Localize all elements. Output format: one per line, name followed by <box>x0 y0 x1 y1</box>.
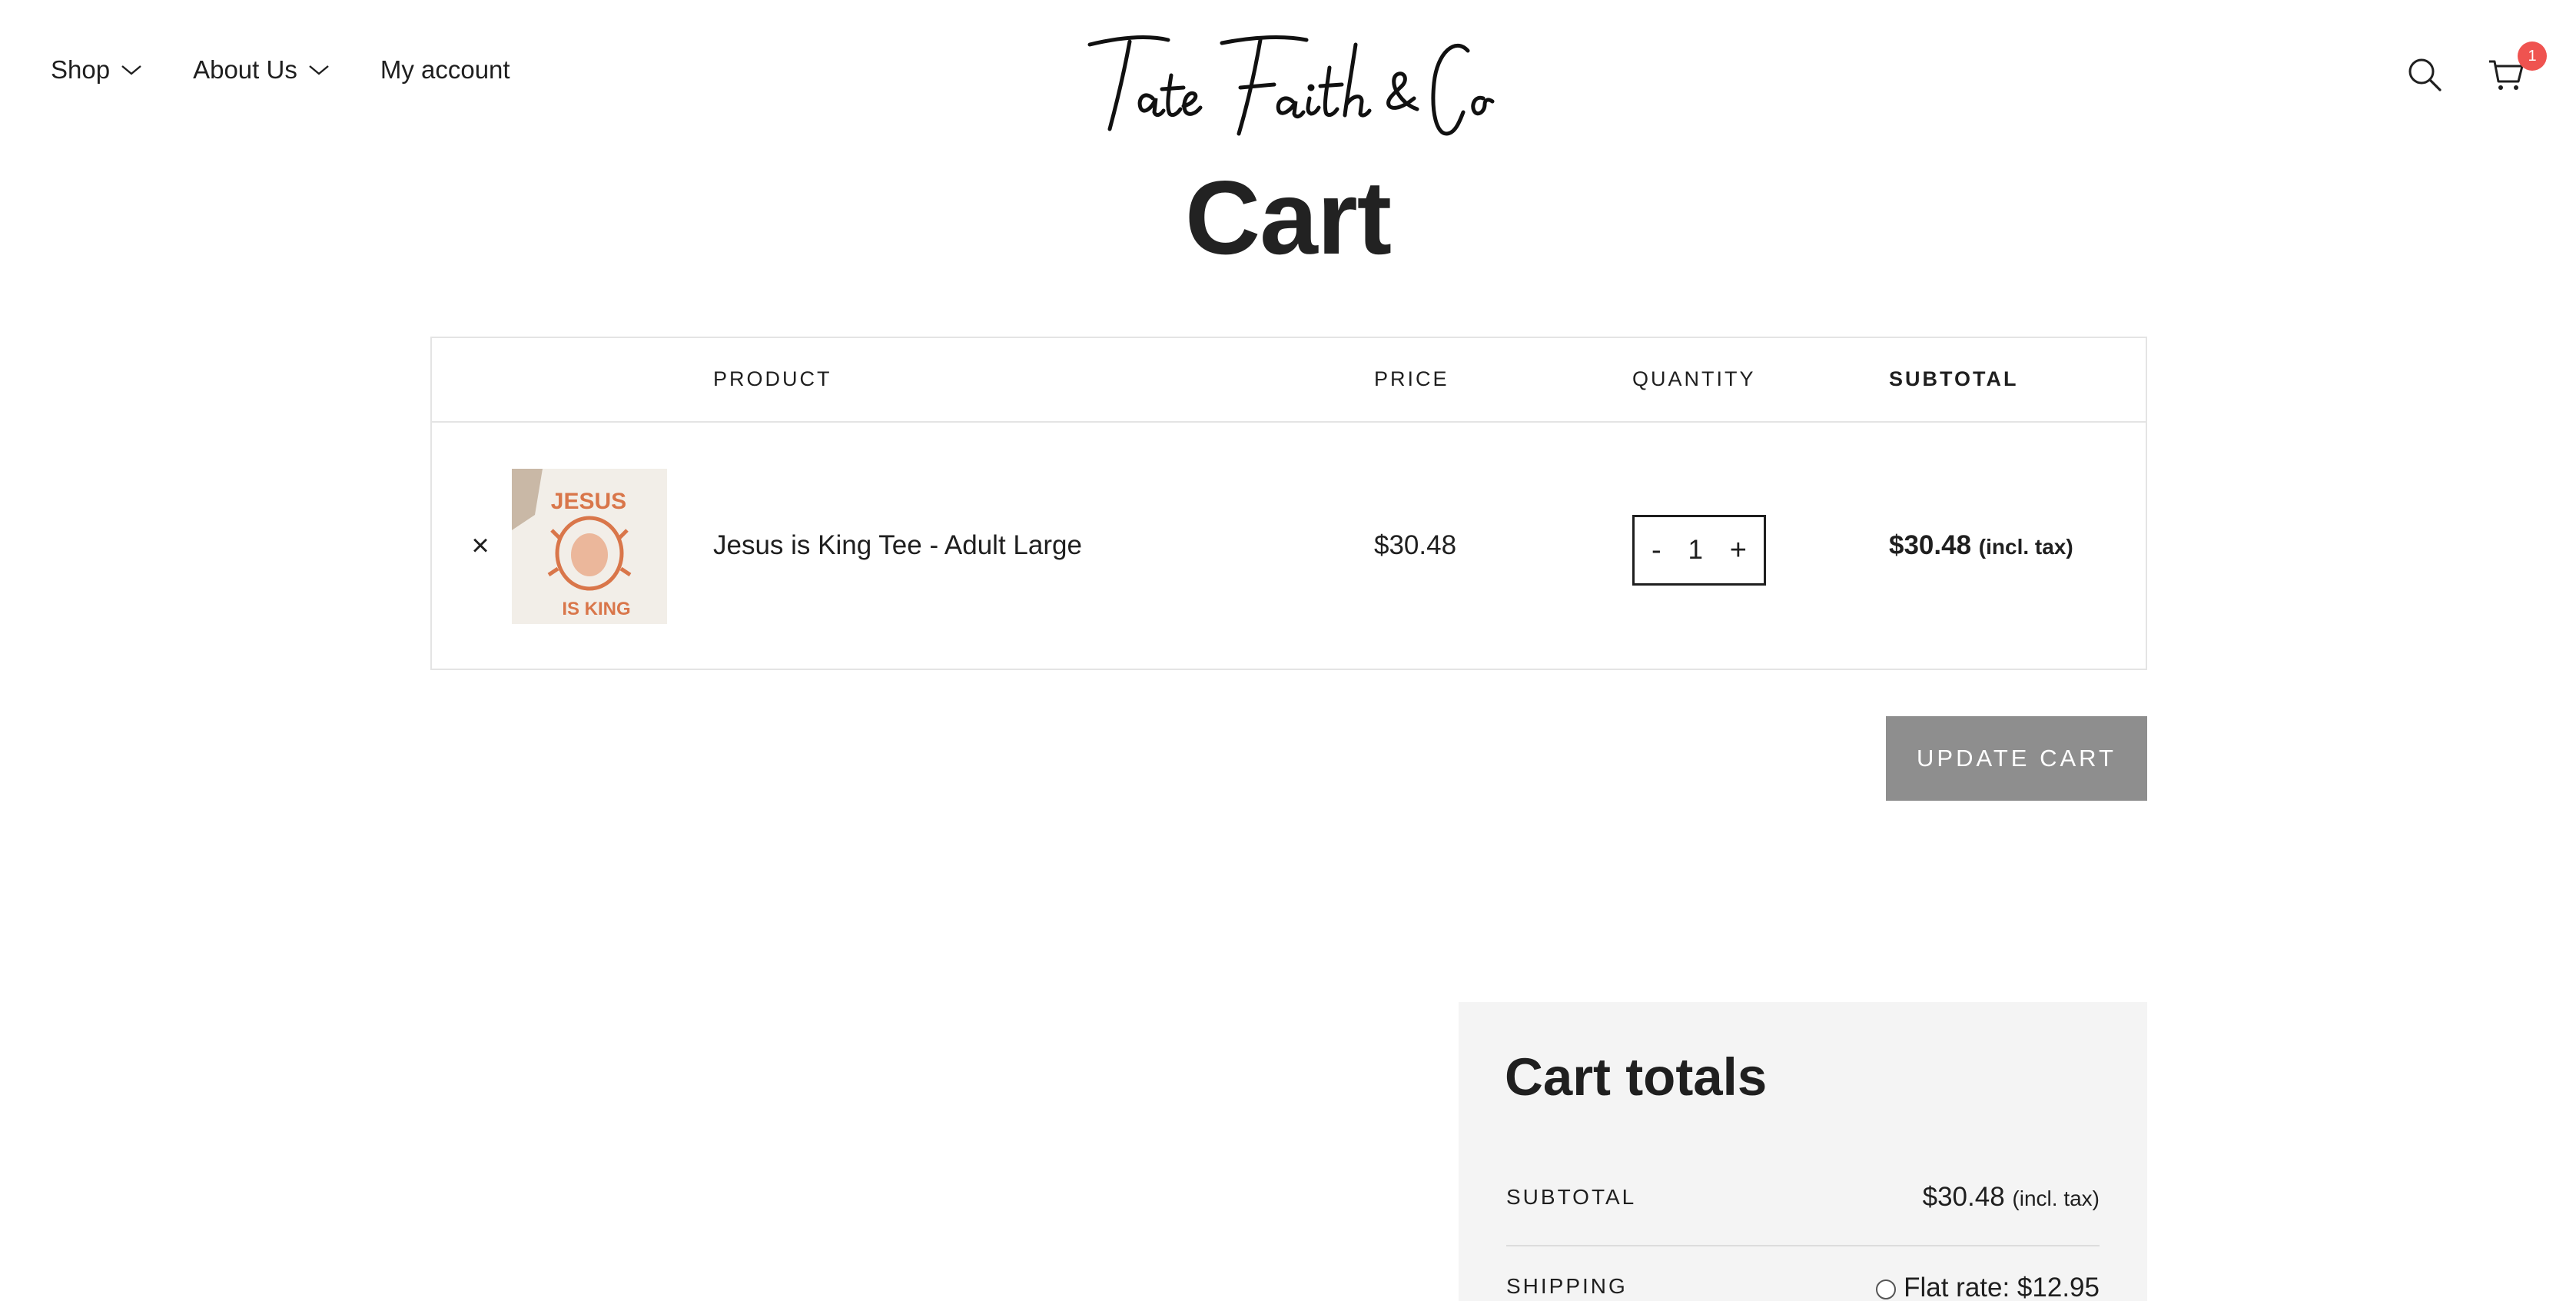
chevron-down-icon <box>309 65 329 75</box>
update-cart-button[interactable]: UPDATE CART <box>1886 716 2147 801</box>
column-header-price: PRICE <box>1374 367 1449 390</box>
chevron-down-icon <box>121 65 141 75</box>
product-name-link[interactable]: Jesus is King Tee - Adult Large <box>713 530 1082 561</box>
cart-totals-title: Cart totals <box>1505 1047 1768 1107</box>
cart-icon[interactable]: 1 <box>2487 41 2547 94</box>
shipping-option[interactable]: Flat rate: $12.95 <box>1876 1273 2100 1301</box>
column-header-quantity: QUANTITY <box>1632 367 1756 390</box>
item-subtotal: $30.48 (incl. tax) <box>1889 530 2073 561</box>
product-price: $30.48 <box>1374 530 1457 560</box>
nav-item-label: My account <box>380 55 510 84</box>
quantity-decrease-button[interactable]: - <box>1651 534 1661 567</box>
search-icon[interactable] <box>2405 55 2444 94</box>
svg-text:IS KING: IS KING <box>562 599 630 619</box>
quantity-input[interactable]: 1 <box>1688 535 1702 566</box>
nav-item-about-us[interactable]: About Us <box>193 55 330 85</box>
nav-item-label: Shop <box>51 55 111 84</box>
nav-item-my-account[interactable]: My account <box>380 55 510 85</box>
column-header-subtotal: SUBTOTAL <box>1889 367 2019 390</box>
totals-subtotal-value: $30.48 (incl. tax) <box>1923 1182 2100 1213</box>
totals-shipping-label: SHIPPING <box>1506 1274 1628 1298</box>
divider <box>1506 1245 2100 1246</box>
svg-text:JESUS: JESUS <box>551 489 626 514</box>
site-logo[interactable] <box>1076 22 1506 137</box>
cart-table: PRODUCT PRICE QUANTITY SUBTOTAL × JESUS … <box>430 337 2147 670</box>
cart-totals-panel: Cart totals SUBTOTAL $30.48 (incl. tax) … <box>1459 1002 2147 1301</box>
totals-subtotal-tax-note: (incl. tax) <box>2012 1186 2100 1210</box>
product-thumbnail[interactable]: JESUS IS KING <box>512 469 667 624</box>
shipping-option-label: Flat rate: $12.95 <box>1904 1273 2100 1301</box>
nav-item-shop[interactable]: Shop <box>51 55 142 85</box>
header-icons: 1 <box>2405 41 2547 94</box>
table-row: × JESUS IS KING Jesus is King Tee - Adul… <box>432 423 2146 670</box>
item-subtotal-amount: $30.48 <box>1889 530 1972 560</box>
quantity-increase-button[interactable]: + <box>1730 534 1747 567</box>
totals-subtotal-amount: $30.48 <box>1922 1182 2005 1212</box>
page-title: Cart <box>1184 159 1392 276</box>
main-nav: Shop About Us My account <box>51 55 561 85</box>
cart-count-badge: 1 <box>2518 41 2547 71</box>
quantity-stepper: - 1 + <box>1632 515 1766 586</box>
nav-item-label: About Us <box>193 55 297 84</box>
table-header: PRODUCT PRICE QUANTITY SUBTOTAL <box>432 338 2146 423</box>
column-header-product: PRODUCT <box>713 367 832 390</box>
tshirt-lion-image: JESUS IS KING <box>512 469 667 624</box>
remove-item-button[interactable]: × <box>461 526 500 565</box>
logo-script <box>1087 35 1495 136</box>
shipping-radio[interactable] <box>1876 1279 1897 1299</box>
totals-subtotal-label: SUBTOTAL <box>1506 1185 1637 1209</box>
item-subtotal-tax-note: (incl. tax) <box>1978 535 2073 559</box>
